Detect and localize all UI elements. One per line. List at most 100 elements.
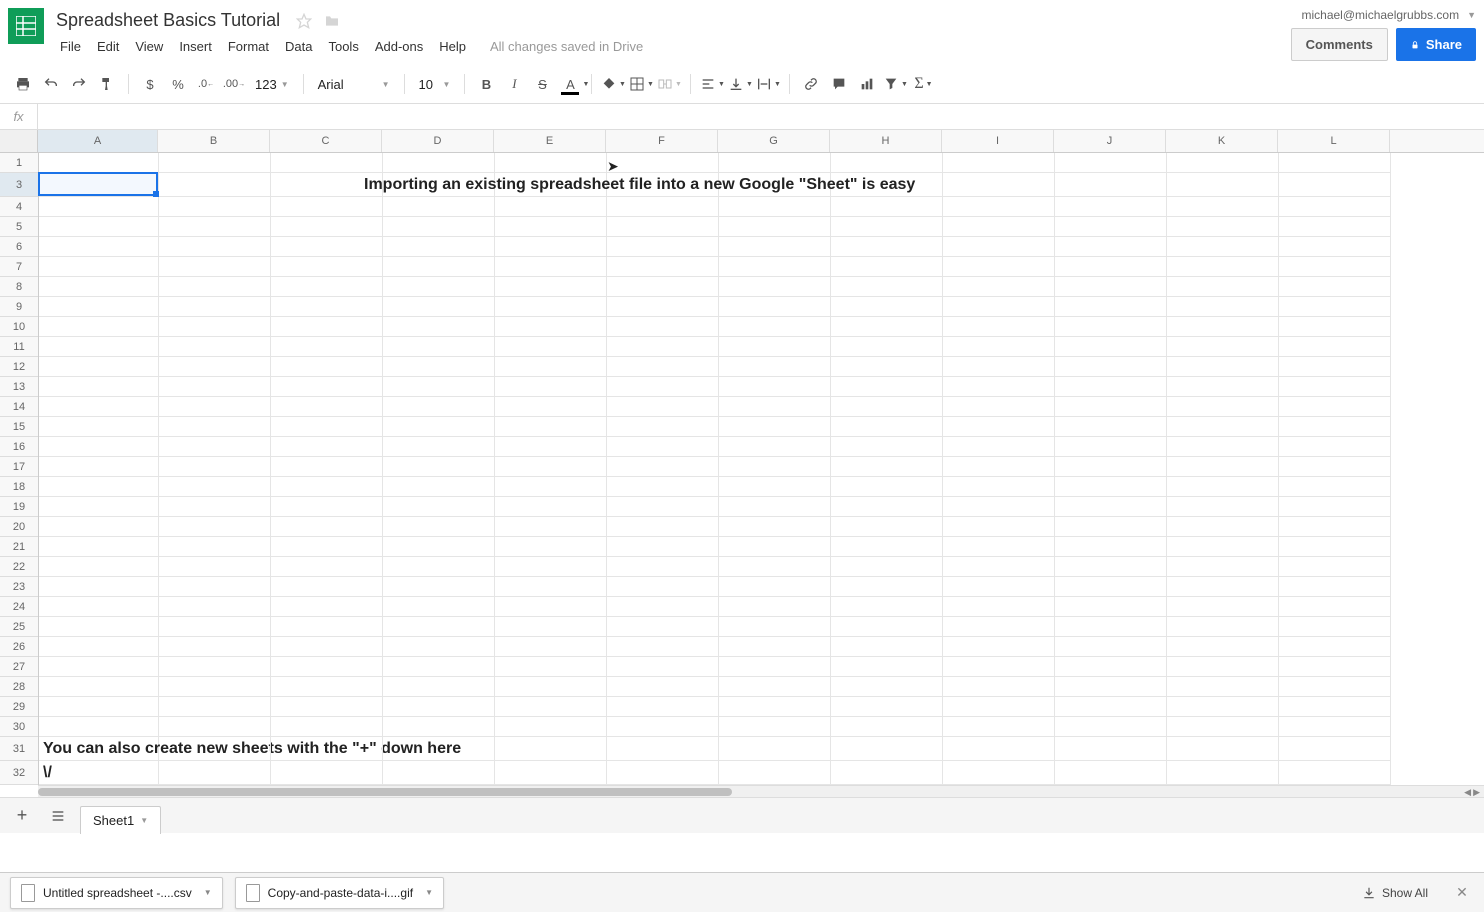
cell-C5[interactable] bbox=[271, 217, 383, 237]
row-header-8[interactable]: 8 bbox=[0, 277, 38, 297]
cell-I29[interactable] bbox=[943, 697, 1055, 717]
redo-icon[interactable] bbox=[66, 71, 92, 97]
cell-H11[interactable] bbox=[831, 337, 943, 357]
cell-A10[interactable] bbox=[39, 317, 159, 337]
cell-E14[interactable] bbox=[495, 397, 607, 417]
cell-E29[interactable] bbox=[495, 697, 607, 717]
cell-J30[interactable] bbox=[1055, 717, 1167, 737]
cell-J11[interactable] bbox=[1055, 337, 1167, 357]
cell-G9[interactable] bbox=[719, 297, 831, 317]
cell-D16[interactable] bbox=[383, 437, 495, 457]
cell-H16[interactable] bbox=[831, 437, 943, 457]
cell-A29[interactable] bbox=[39, 697, 159, 717]
cell-B12[interactable] bbox=[159, 357, 271, 377]
cell-I4[interactable] bbox=[943, 197, 1055, 217]
cell-E4[interactable] bbox=[495, 197, 607, 217]
folder-icon[interactable] bbox=[324, 13, 340, 29]
cell-G21[interactable] bbox=[719, 537, 831, 557]
row-header-31[interactable]: 31 bbox=[0, 737, 38, 761]
cell-G23[interactable] bbox=[719, 577, 831, 597]
row-header-9[interactable]: 9 bbox=[0, 297, 38, 317]
format-currency[interactable]: $ bbox=[137, 71, 163, 97]
cell-E15[interactable] bbox=[495, 417, 607, 437]
cell-J26[interactable] bbox=[1055, 637, 1167, 657]
cell-K17[interactable] bbox=[1167, 457, 1279, 477]
cell-A22[interactable] bbox=[39, 557, 159, 577]
share-button[interactable]: Share bbox=[1396, 28, 1476, 61]
cell-I18[interactable] bbox=[943, 477, 1055, 497]
cell-E26[interactable] bbox=[495, 637, 607, 657]
cell-E20[interactable] bbox=[495, 517, 607, 537]
row-header-3[interactable]: 3 bbox=[0, 173, 38, 197]
cell-E13[interactable] bbox=[495, 377, 607, 397]
cell-D14[interactable] bbox=[383, 397, 495, 417]
cell-J16[interactable] bbox=[1055, 437, 1167, 457]
cell-E8[interactable] bbox=[495, 277, 607, 297]
col-header-E[interactable]: E bbox=[494, 130, 606, 152]
cell-B27[interactable] bbox=[159, 657, 271, 677]
scroll-left-icon[interactable]: ◀ bbox=[1464, 787, 1471, 797]
cell-I7[interactable] bbox=[943, 257, 1055, 277]
cell-A27[interactable] bbox=[39, 657, 159, 677]
scroll-thumb[interactable] bbox=[38, 788, 732, 796]
cell-F25[interactable] bbox=[607, 617, 719, 637]
cell-B15[interactable] bbox=[159, 417, 271, 437]
cell-F7[interactable] bbox=[607, 257, 719, 277]
cell-H22[interactable] bbox=[831, 557, 943, 577]
cell-L19[interactable] bbox=[1279, 497, 1391, 517]
cell-L30[interactable] bbox=[1279, 717, 1391, 737]
cell-B10[interactable] bbox=[159, 317, 271, 337]
font-size-select[interactable]: 10▼ bbox=[413, 71, 457, 97]
row-header-12[interactable]: 12 bbox=[0, 357, 38, 377]
download-item-2[interactable]: Copy-and-paste-data-i....gif ▼ bbox=[235, 877, 444, 909]
cell-H15[interactable] bbox=[831, 417, 943, 437]
cell-L5[interactable] bbox=[1279, 217, 1391, 237]
cell-K25[interactable] bbox=[1167, 617, 1279, 637]
user-email[interactable]: michael@michaelgrubbs.com bbox=[1302, 8, 1460, 22]
cell-A19[interactable] bbox=[39, 497, 159, 517]
cell-H24[interactable] bbox=[831, 597, 943, 617]
cell-D25[interactable] bbox=[383, 617, 495, 637]
cell-D12[interactable] bbox=[383, 357, 495, 377]
row-header-20[interactable]: 20 bbox=[0, 517, 38, 537]
cell-K12[interactable] bbox=[1167, 357, 1279, 377]
cell-D31[interactable] bbox=[383, 737, 495, 761]
cell-C13[interactable] bbox=[271, 377, 383, 397]
row-header-7[interactable]: 7 bbox=[0, 257, 38, 277]
cell-H31[interactable] bbox=[831, 737, 943, 761]
row-header-4[interactable]: 4 bbox=[0, 197, 38, 217]
cell-K22[interactable] bbox=[1167, 557, 1279, 577]
cell-G11[interactable] bbox=[719, 337, 831, 357]
cell-F30[interactable] bbox=[607, 717, 719, 737]
cell-A12[interactable] bbox=[39, 357, 159, 377]
cell-E12[interactable] bbox=[495, 357, 607, 377]
cell-E18[interactable] bbox=[495, 477, 607, 497]
cell-J19[interactable] bbox=[1055, 497, 1167, 517]
cell-F18[interactable] bbox=[607, 477, 719, 497]
cell-D32[interactable] bbox=[383, 761, 495, 785]
cell-K7[interactable] bbox=[1167, 257, 1279, 277]
cell-K13[interactable] bbox=[1167, 377, 1279, 397]
menu-help[interactable]: Help bbox=[431, 35, 474, 58]
cell-A9[interactable] bbox=[39, 297, 159, 317]
font-family-select[interactable]: Arial▼ bbox=[312, 71, 396, 97]
cell-J21[interactable] bbox=[1055, 537, 1167, 557]
cell-A17[interactable] bbox=[39, 457, 159, 477]
cell-H19[interactable] bbox=[831, 497, 943, 517]
cell-L13[interactable] bbox=[1279, 377, 1391, 397]
cell-H32[interactable] bbox=[831, 761, 943, 785]
cell-L25[interactable] bbox=[1279, 617, 1391, 637]
row-header-1[interactable]: 1 bbox=[0, 153, 38, 173]
cell-A8[interactable] bbox=[39, 277, 159, 297]
cell-G25[interactable] bbox=[719, 617, 831, 637]
text-color-icon[interactable]: A▼ bbox=[557, 71, 583, 97]
cell-A15[interactable] bbox=[39, 417, 159, 437]
cell-L29[interactable] bbox=[1279, 697, 1391, 717]
cell-L27[interactable] bbox=[1279, 657, 1391, 677]
cell-A24[interactable] bbox=[39, 597, 159, 617]
cell-J23[interactable] bbox=[1055, 577, 1167, 597]
cell-B26[interactable] bbox=[159, 637, 271, 657]
cell-F15[interactable] bbox=[607, 417, 719, 437]
cell-L23[interactable] bbox=[1279, 577, 1391, 597]
cell-L32[interactable] bbox=[1279, 761, 1391, 785]
